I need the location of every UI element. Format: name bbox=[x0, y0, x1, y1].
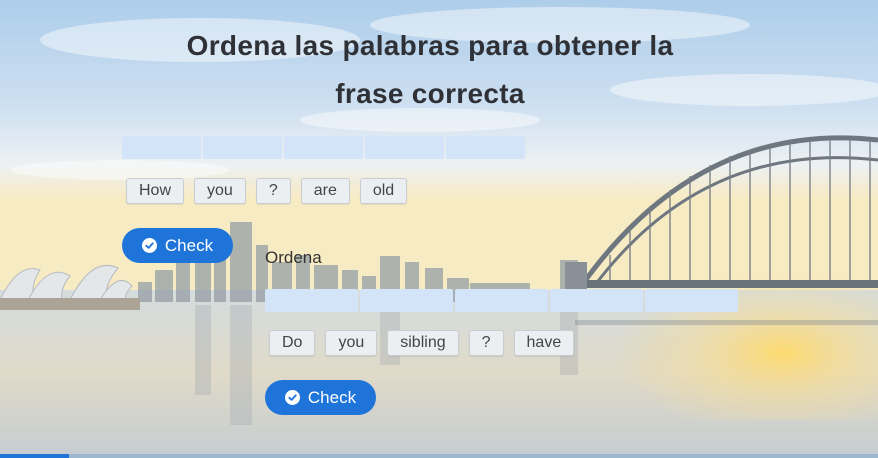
check-circle-icon bbox=[141, 238, 157, 253]
word-tile[interactable]: Do bbox=[269, 330, 316, 356]
word-tile[interactable]: old bbox=[359, 178, 408, 204]
progress-fill bbox=[0, 454, 69, 458]
answer-slot[interactable] bbox=[550, 289, 643, 312]
check-circle-icon bbox=[284, 390, 300, 405]
answer-slot[interactable] bbox=[455, 289, 548, 312]
word-tile[interactable]: sibling bbox=[387, 330, 459, 356]
word-tile[interactable]: have bbox=[513, 330, 575, 356]
exercise-heading: Ordena bbox=[265, 248, 322, 267]
check-button-label: Check bbox=[307, 387, 357, 407]
answer-slot[interactable] bbox=[360, 289, 453, 312]
word-bank: How you ? are old bbox=[126, 178, 417, 204]
progress-bar bbox=[0, 454, 878, 458]
answer-slot[interactable] bbox=[203, 136, 282, 159]
answer-slot[interactable] bbox=[446, 136, 525, 159]
check-button[interactable]: Check bbox=[265, 380, 376, 415]
word-bank: Do you sibling ? have bbox=[269, 330, 584, 356]
word-tile[interactable]: you bbox=[325, 330, 378, 356]
answer-slots bbox=[122, 136, 527, 159]
page-title: Ordena las palabras para obtener la fras… bbox=[186, 30, 674, 109]
answer-slot[interactable] bbox=[265, 289, 358, 312]
word-tile[interactable]: ? bbox=[468, 330, 504, 356]
word-tile[interactable]: How bbox=[126, 178, 185, 204]
word-tile[interactable]: are bbox=[300, 178, 350, 204]
check-button[interactable]: Check bbox=[122, 228, 233, 263]
exercise-container: Ordena las palabras para obtener la fras… bbox=[0, 0, 878, 458]
answer-slot[interactable] bbox=[284, 136, 363, 159]
answer-slot[interactable] bbox=[645, 289, 738, 312]
answer-slot[interactable] bbox=[365, 136, 444, 159]
word-tile[interactable]: ? bbox=[255, 178, 291, 204]
word-tile[interactable]: you bbox=[194, 178, 246, 204]
check-button-label: Check bbox=[164, 235, 214, 255]
answer-slot[interactable] bbox=[122, 136, 201, 159]
answer-slots bbox=[265, 289, 740, 312]
